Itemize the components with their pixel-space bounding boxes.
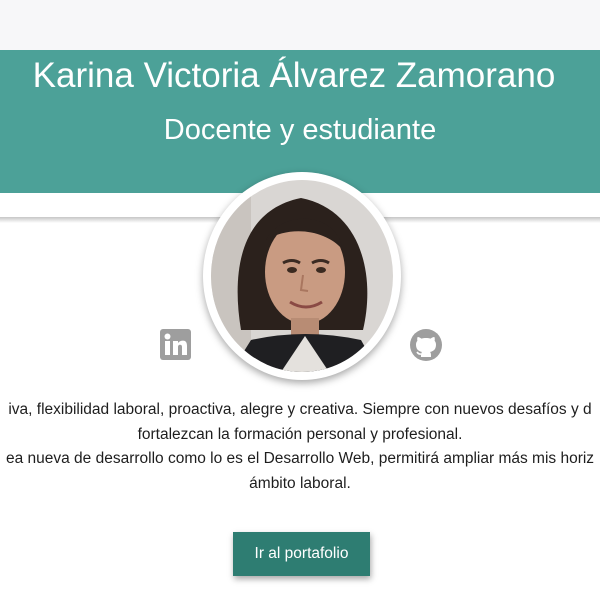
github-icon[interactable]: [409, 328, 443, 362]
top-strip: [0, 0, 600, 50]
profile-role: Docente y estudiante: [163, 114, 437, 146]
bio-line: fortalezcan la formación personal y prof…: [137, 425, 463, 443]
bio-text: iva, flexibilidad laboral, proactiva, al…: [0, 398, 600, 496]
linkedin-icon[interactable]: [159, 328, 193, 362]
portfolio-button[interactable]: Ir al portafolio: [233, 532, 370, 576]
profile-name: Karina Victoria Álvarez Zamorano: [32, 56, 556, 95]
bio-line: ea nueva de desarrollo como lo es el Des…: [5, 450, 595, 467]
avatar: [203, 172, 401, 380]
bio-line: ámbito laboral.: [249, 474, 351, 492]
avatar-photo: [211, 180, 393, 372]
bio-line: iva, flexibilidad laboral, proactiva, al…: [8, 401, 592, 418]
profile-photo: [211, 180, 393, 372]
